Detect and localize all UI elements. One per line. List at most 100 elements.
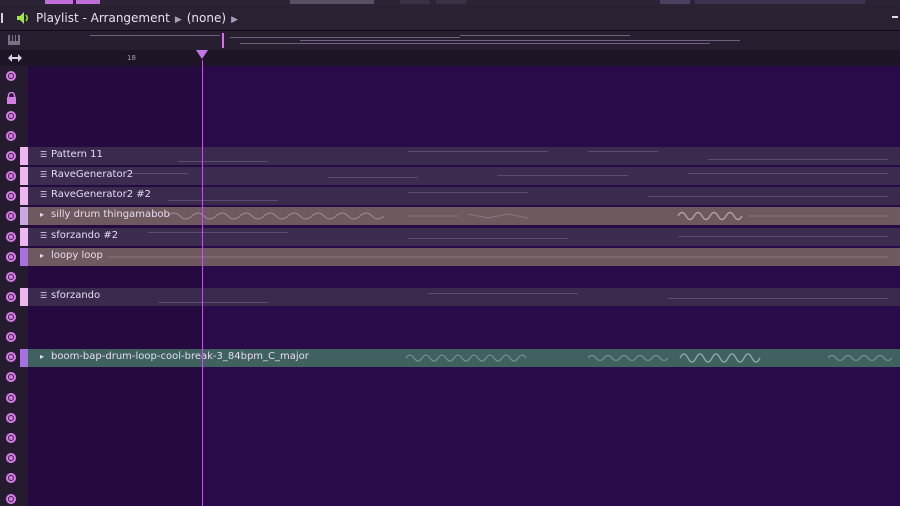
clip-body[interactable]: ▸ boom-bap-drum-loop-cool-break-3_84bpm_C… bbox=[28, 349, 900, 367]
clip-body[interactable]: ☰ RaveGenerator2 #2 bbox=[28, 187, 900, 205]
track-mute-button[interactable] bbox=[6, 413, 16, 423]
clip-body[interactable]: ☰ sforzando bbox=[28, 288, 900, 306]
clip-sforzando[interactable]: ☰ sforzando bbox=[20, 288, 900, 306]
track-mute-button[interactable] bbox=[6, 191, 16, 201]
note-line bbox=[498, 175, 628, 176]
waveform bbox=[108, 256, 888, 258]
clip-pattern-11[interactable]: ☰ Pattern 11 bbox=[20, 147, 900, 165]
clip-ravegenerator2-2[interactable]: ☰ RaveGenerator2 #2 bbox=[20, 187, 900, 205]
toolbar-button[interactable] bbox=[695, 0, 865, 4]
speaker-icon[interactable] bbox=[15, 10, 31, 26]
clip-name: Pattern 11 bbox=[51, 149, 103, 160]
clip-handle[interactable] bbox=[20, 248, 28, 266]
clip-label: ▸ boom-bap-drum-loop-cool-break-3_84bpm_C… bbox=[40, 351, 309, 362]
lock-icon[interactable] bbox=[6, 92, 17, 104]
clip-ravegenerator2[interactable]: ☰ RaveGenerator2 bbox=[20, 167, 900, 185]
overview-clip bbox=[300, 40, 740, 41]
timeline-ruler[interactable]: 18 bbox=[0, 50, 900, 66]
playlist-title-bar: Playlist - Arrangement ▶ (none) ▶ bbox=[0, 5, 900, 31]
track-mute-button[interactable] bbox=[6, 171, 16, 181]
horizontal-arrows-icon[interactable] bbox=[8, 53, 22, 63]
chevron-right-icon[interactable]: ▶ bbox=[231, 15, 238, 25]
track-mute-button[interactable] bbox=[6, 71, 16, 81]
clip-body[interactable]: ▸ silly drum thingamabob bbox=[28, 207, 900, 225]
track-mute-button[interactable] bbox=[6, 151, 16, 161]
pattern-selector[interactable]: (none) bbox=[187, 11, 226, 25]
playlist-overview[interactable] bbox=[0, 31, 900, 50]
note-line bbox=[178, 161, 268, 162]
toolbar-button[interactable] bbox=[76, 0, 100, 4]
clip-label: ☰ RaveGenerator2 bbox=[40, 169, 133, 180]
track-mute-button[interactable] bbox=[6, 252, 16, 262]
clip-name: sforzando #2 bbox=[51, 230, 119, 241]
window-edge-tick bbox=[1, 13, 3, 23]
note-line bbox=[588, 151, 658, 152]
note-line bbox=[408, 192, 528, 193]
audio-clip-icon: ▸ bbox=[40, 251, 45, 260]
track-mute-button[interactable] bbox=[6, 111, 16, 121]
note-line bbox=[168, 200, 278, 201]
clip-body[interactable]: ☰ RaveGenerator2 bbox=[28, 167, 900, 185]
toolbar-button[interactable] bbox=[660, 0, 690, 4]
clip-name: sforzando bbox=[51, 290, 101, 301]
overview-position-marker[interactable] bbox=[222, 33, 224, 48]
track-header-column bbox=[0, 66, 28, 506]
clip-handle[interactable] bbox=[20, 288, 28, 306]
track-mute-button[interactable] bbox=[6, 453, 16, 463]
clip-handle[interactable] bbox=[20, 167, 28, 185]
grid-shade bbox=[28, 66, 203, 506]
note-line bbox=[408, 151, 548, 152]
note-line bbox=[148, 232, 288, 233]
snap-icon[interactable] bbox=[7, 34, 21, 46]
clip-body[interactable]: ☰ sforzando #2 bbox=[28, 228, 900, 246]
toolbar-button[interactable] bbox=[436, 0, 466, 4]
overview-clip bbox=[90, 35, 220, 36]
track-mute-button[interactable] bbox=[6, 352, 16, 362]
track-mute-button[interactable] bbox=[6, 272, 16, 282]
window-title: Playlist - Arrangement ▶ (none) ▶ bbox=[36, 11, 243, 25]
note-line bbox=[128, 173, 188, 174]
clip-name: RaveGenerator2 bbox=[51, 169, 134, 180]
toolbar-button[interactable] bbox=[45, 0, 73, 4]
note-line bbox=[328, 177, 418, 178]
clip-handle[interactable] bbox=[20, 349, 28, 367]
track-mute-button[interactable] bbox=[6, 494, 16, 504]
clip-silly-drum-thingamabob[interactable]: ▸ silly drum thingamabob bbox=[20, 207, 900, 225]
clip-body[interactable]: ☰ Pattern 11 bbox=[28, 147, 900, 165]
clip-handle[interactable] bbox=[20, 147, 28, 165]
clip-loopy-loop[interactable]: ▸ loopy loop bbox=[20, 248, 900, 266]
clip-name: boom-bap-drum-loop-cool-break-3_84bpm_C_… bbox=[51, 351, 309, 362]
clip-handle[interactable] bbox=[20, 228, 28, 246]
clip-sforzando-2[interactable]: ☰ sforzando #2 bbox=[20, 228, 900, 246]
pattern-clip-icon: ☰ bbox=[40, 170, 48, 179]
playhead-marker[interactable] bbox=[196, 50, 208, 59]
note-line bbox=[158, 302, 268, 303]
clip-boom-bap-drum-loop[interactable]: ▸ boom-bap-drum-loop-cool-break-3_84bpm_C… bbox=[20, 349, 900, 367]
audio-clip-icon: ▸ bbox=[40, 210, 45, 219]
toolbar-button[interactable] bbox=[290, 0, 374, 4]
track-mute-button[interactable] bbox=[6, 332, 16, 342]
track-mute-button[interactable] bbox=[6, 433, 16, 443]
pattern-clip-icon: ☰ bbox=[40, 190, 48, 199]
minimize-icon[interactable] bbox=[892, 16, 898, 18]
track-mute-button[interactable] bbox=[6, 473, 16, 483]
note-line bbox=[428, 293, 578, 294]
toolbar-button[interactable] bbox=[400, 0, 430, 4]
clip-name: loopy loop bbox=[51, 250, 103, 261]
clip-body[interactable]: ▸ loopy loop bbox=[28, 248, 900, 266]
playhead-line[interactable] bbox=[202, 60, 203, 506]
track-mute-button[interactable] bbox=[6, 292, 16, 302]
clip-handle[interactable] bbox=[20, 207, 28, 225]
note-line bbox=[668, 298, 888, 299]
overview-clip bbox=[230, 37, 460, 38]
track-mute-button[interactable] bbox=[6, 393, 16, 403]
track-mute-button[interactable] bbox=[6, 372, 16, 382]
track-mute-button[interactable] bbox=[6, 131, 16, 141]
playlist-name: Playlist - Arrangement bbox=[36, 11, 170, 25]
note-line bbox=[678, 236, 888, 237]
overview-clip bbox=[240, 43, 710, 44]
track-mute-button[interactable] bbox=[6, 312, 16, 322]
clip-handle[interactable] bbox=[20, 187, 28, 205]
track-mute-button[interactable] bbox=[6, 211, 16, 221]
track-mute-button[interactable] bbox=[6, 232, 16, 242]
